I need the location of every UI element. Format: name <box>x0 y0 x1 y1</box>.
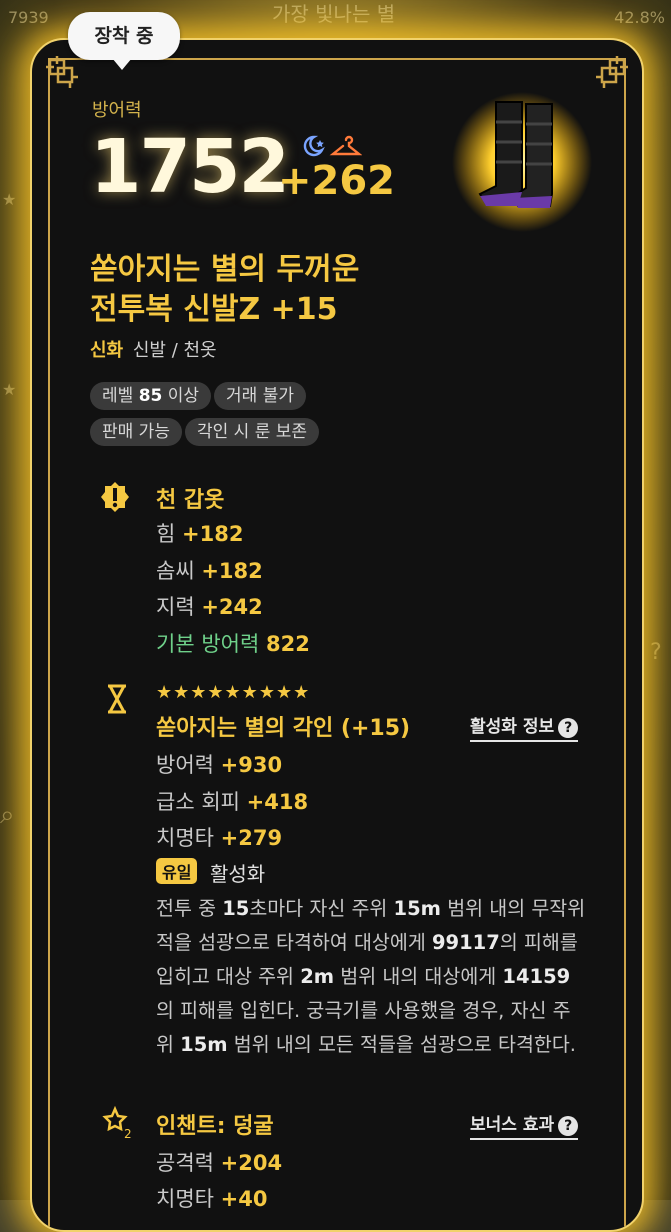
moon-star-icon <box>303 135 325 157</box>
question-icon: ? <box>558 1116 579 1136</box>
item-name-line1: 쏟아지는 별의 두꺼운 <box>90 252 360 287</box>
enchant-star-icon: 2 <box>102 1106 132 1140</box>
item-name: 쏟아지는 별의 두꺼운 전투복 신발Z +15 <box>90 250 450 330</box>
boots-icon[interactable] <box>452 92 592 232</box>
tag-chip-level: 레벨 85 이상 <box>90 382 212 410</box>
engrave-section-title: 쏟아지는 별의 각인 (+15) <box>156 716 411 741</box>
tag-chip-sell: 판매 가능 <box>90 418 182 446</box>
svg-text:2: 2 <box>124 1127 132 1140</box>
base-section-title: 천 갑옷 <box>156 488 225 513</box>
engrave-stars: ★★★★★★★★★ <box>156 682 311 703</box>
enchant-stat-crit: 치명타 +40 <box>156 1187 268 1211</box>
engrave-hourglass-icon <box>108 684 126 714</box>
item-tags: 레벨 85 이상 거래 불가 판매 가능 각인 시 룬 보존 <box>90 382 410 454</box>
base-stat-dex: 솜씨 +182 <box>156 559 263 583</box>
tag-chip-trade: 거래 불가 <box>214 382 307 410</box>
enchant-stat-attack: 공격력 +204 <box>156 1151 283 1175</box>
equipped-tag: 장착 중 <box>68 12 180 70</box>
bonus-effect-link[interactable]: 보너스 효과? <box>470 1110 579 1140</box>
unique-badge: 유일 <box>156 858 198 884</box>
defense-label: 방어력 <box>92 100 142 121</box>
engrave-stat-evasion: 급소 회피 +418 <box>156 790 309 814</box>
bg-title: 가장 빛나는 별 <box>272 2 396 26</box>
item-name-line2: 전투복 신발Z +15 <box>90 292 338 327</box>
engrave-stat-crit: 치명타 +279 <box>156 826 283 850</box>
enchant-section-title: 인챈트: 덩굴 <box>156 1114 274 1139</box>
knot-ornament-icon <box>46 56 78 88</box>
defense-bonus: +262 <box>278 158 396 204</box>
item-category: 신발 / 천옷 <box>132 340 217 361</box>
base-stat-str: 힘 +182 <box>156 522 244 546</box>
bg-search-icon[interactable]: ⌕ <box>0 800 15 831</box>
bg-help-icon[interactable]: ? <box>650 640 662 665</box>
item-trait-icons <box>303 135 362 157</box>
base-stat-defense: 기본 방어력 822 <box>156 632 310 656</box>
armor-shield-icon <box>101 482 129 512</box>
knot-ornament-icon <box>596 56 628 88</box>
item-grade: 신화 <box>90 340 124 361</box>
bg-percent: 42.8% <box>614 8 665 27</box>
activation-info-link[interactable]: 활성화 정보? <box>470 712 579 742</box>
item-type: 신화 신발 / 천옷 <box>90 336 217 362</box>
hanger-icon <box>329 135 362 156</box>
tag-chip-rune: 각인 시 룬 보존 <box>184 418 320 446</box>
base-stat-int: 지력 +242 <box>156 595 263 619</box>
bg-side-star-icon: ★ <box>2 190 17 209</box>
bg-side-star-icon: ★ <box>2 380 17 399</box>
bg-left-count: 7939 <box>8 8 49 27</box>
defense-value: 1752 <box>90 124 290 210</box>
engrave-description: 전투 중 15초마다 자신 주위 15m 범위 내의 무작위 적을 섬광으로 타… <box>156 897 586 1056</box>
question-icon: ? <box>558 718 579 738</box>
engrave-stat-defense: 방어력 +930 <box>156 753 283 777</box>
unique-label: 활성화 <box>210 862 266 886</box>
